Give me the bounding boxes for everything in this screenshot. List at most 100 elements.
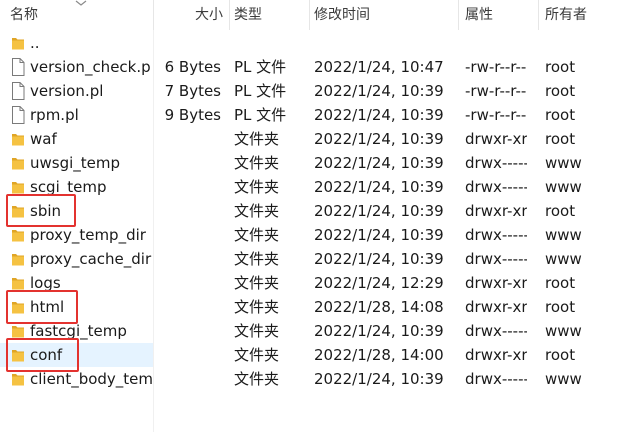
file-attributes: drwxr-xr-x bbox=[465, 202, 527, 220]
name-cell[interactable]: rpm.pl bbox=[0, 103, 153, 127]
file-type: 文件夹 bbox=[234, 274, 280, 292]
column-header-modified[interactable]: 修改时间 bbox=[314, 0, 454, 30]
file-name: fastcgi_temp bbox=[30, 322, 127, 340]
file-modified: 2022/1/24, 10:39 bbox=[314, 154, 444, 172]
name-cell[interactable]: proxy_temp_dir bbox=[0, 223, 153, 247]
file-row[interactable]: proxy_temp_dir 文件夹 2022/1/24, 10:39 drwx… bbox=[0, 223, 636, 247]
folder-icon bbox=[11, 154, 25, 172]
file-modified: 2022/1/24, 10:39 bbox=[314, 130, 444, 148]
name-cell[interactable]: scgi_temp bbox=[0, 175, 153, 199]
file-type: 文件夹 bbox=[234, 154, 280, 172]
file-name: html bbox=[30, 298, 65, 316]
file-owner: root bbox=[545, 130, 576, 148]
column-header-attributes[interactable]: 属性 bbox=[465, 0, 535, 30]
folder-icon bbox=[11, 274, 25, 292]
file-type: 文件夹 bbox=[234, 298, 280, 316]
file-name: rpm.pl bbox=[30, 106, 79, 124]
column-header-owner[interactable]: 所有者 bbox=[545, 0, 625, 30]
file-size: 7 Bytes bbox=[164, 82, 221, 100]
file-attributes: drwxr-xr-x bbox=[465, 274, 527, 292]
file-size bbox=[153, 199, 221, 223]
file-attributes: -rw-r--r-- bbox=[465, 106, 527, 124]
file-attributes: drwx------ bbox=[465, 226, 527, 244]
file-modified: 2022/1/28, 14:00 bbox=[314, 346, 444, 364]
name-cell[interactable]: .. bbox=[0, 31, 153, 55]
file-modified: 2022/1/24, 10:39 bbox=[314, 178, 444, 196]
name-cell[interactable]: proxy_cache_dir bbox=[0, 247, 153, 271]
file-type: 文件夹 bbox=[234, 346, 280, 364]
file-name: .. bbox=[30, 34, 40, 52]
name-cell[interactable]: sbin bbox=[0, 199, 153, 223]
name-cell[interactable]: version_check.pl bbox=[0, 55, 153, 79]
column-divider[interactable] bbox=[538, 0, 539, 30]
file-row[interactable]: rpm.pl 9 Bytes PL 文件 2022/1/24, 10:39 -r… bbox=[0, 103, 636, 127]
file-attributes: drwx------ bbox=[465, 370, 527, 388]
file-attributes bbox=[465, 31, 527, 55]
file-owner: www bbox=[545, 154, 582, 172]
name-cell[interactable]: client_body_temp bbox=[0, 367, 153, 391]
file-owner: www bbox=[545, 250, 582, 268]
file-name: uwsgi_temp bbox=[30, 154, 121, 172]
folder-icon bbox=[11, 322, 25, 340]
file-row[interactable]: fastcgi_temp 文件夹 2022/1/24, 10:39 drwx--… bbox=[0, 319, 636, 343]
file-owner: root bbox=[545, 298, 576, 316]
file-owner: root bbox=[545, 202, 576, 220]
file-type: 文件夹 bbox=[234, 370, 280, 388]
file-name: proxy_cache_dir bbox=[30, 250, 152, 268]
file-name: waf bbox=[30, 130, 57, 148]
file-row[interactable]: scgi_temp 文件夹 2022/1/24, 10:39 drwx-----… bbox=[0, 175, 636, 199]
file-size bbox=[153, 127, 221, 151]
name-cell[interactable]: logs bbox=[0, 271, 153, 295]
file-attributes: -rw-r--r-- bbox=[465, 82, 527, 100]
file-row[interactable]: client_body_temp 文件夹 2022/1/24, 10:39 dr… bbox=[0, 367, 636, 391]
file-size bbox=[153, 343, 221, 367]
file-row[interactable]: html 文件夹 2022/1/28, 14:08 drwxr-xr-x roo… bbox=[0, 295, 636, 319]
file-type bbox=[234, 31, 314, 55]
name-cell[interactable]: conf bbox=[0, 343, 153, 367]
file-icon bbox=[11, 106, 25, 124]
name-cell[interactable]: fastcgi_temp bbox=[0, 319, 153, 343]
file-row[interactable]: uwsgi_temp 文件夹 2022/1/24, 10:39 drwx----… bbox=[0, 151, 636, 175]
file-type: PL 文件 bbox=[234, 106, 287, 124]
folder-icon bbox=[11, 226, 25, 244]
name-cell[interactable]: waf bbox=[0, 127, 153, 151]
folder-icon bbox=[11, 130, 25, 148]
file-owner: www bbox=[545, 322, 582, 340]
file-size bbox=[153, 223, 221, 247]
file-name: proxy_temp_dir bbox=[30, 226, 146, 244]
file-type: 文件夹 bbox=[234, 250, 280, 268]
column-header-type[interactable]: 类型 bbox=[234, 0, 304, 30]
folder-icon bbox=[11, 34, 25, 52]
file-row[interactable]: logs 文件夹 2022/1/24, 12:29 drwxr-xr-x roo… bbox=[0, 271, 636, 295]
file-list: .. version_check.pl 6 Bytes PL 文件 2022/1… bbox=[0, 30, 636, 432]
file-attributes: drwx------ bbox=[465, 322, 527, 340]
sort-chevron-icon bbox=[75, 0, 87, 6]
file-row[interactable]: version.pl 7 Bytes PL 文件 2022/1/24, 10:3… bbox=[0, 79, 636, 103]
file-type: 文件夹 bbox=[234, 130, 280, 148]
name-cell[interactable]: html bbox=[0, 295, 153, 319]
file-name: client_body_temp bbox=[30, 370, 152, 388]
name-cell[interactable]: version.pl bbox=[0, 79, 153, 103]
file-name: conf bbox=[30, 346, 63, 364]
folder-icon bbox=[11, 346, 25, 364]
column-divider[interactable] bbox=[309, 0, 310, 30]
file-row[interactable]: .. bbox=[0, 31, 636, 55]
file-size bbox=[153, 367, 221, 391]
file-row[interactable]: version_check.pl 6 Bytes PL 文件 2022/1/24… bbox=[0, 55, 636, 79]
file-modified bbox=[314, 31, 464, 55]
file-row[interactable]: waf 文件夹 2022/1/24, 10:39 drwxr-xr-x root bbox=[0, 127, 636, 151]
column-divider[interactable] bbox=[229, 0, 230, 30]
file-size bbox=[153, 175, 221, 199]
name-cell[interactable]: uwsgi_temp bbox=[0, 151, 153, 175]
file-name: version_check.pl bbox=[30, 58, 152, 76]
file-row[interactable]: proxy_cache_dir 文件夹 2022/1/24, 10:39 drw… bbox=[0, 247, 636, 271]
file-row[interactable]: conf 文件夹 2022/1/28, 14:00 drwxr-xr-x roo… bbox=[0, 343, 636, 367]
column-header-size[interactable]: 大小 bbox=[153, 0, 223, 30]
file-modified: 2022/1/24, 12:29 bbox=[314, 274, 444, 292]
file-row[interactable]: sbin 文件夹 2022/1/24, 10:39 drwxr-xr-x roo… bbox=[0, 199, 636, 223]
column-divider[interactable] bbox=[458, 0, 459, 30]
file-size bbox=[153, 319, 221, 343]
file-name: version.pl bbox=[30, 82, 104, 100]
file-owner: root bbox=[545, 58, 576, 76]
file-modified: 2022/1/28, 14:08 bbox=[314, 298, 444, 316]
